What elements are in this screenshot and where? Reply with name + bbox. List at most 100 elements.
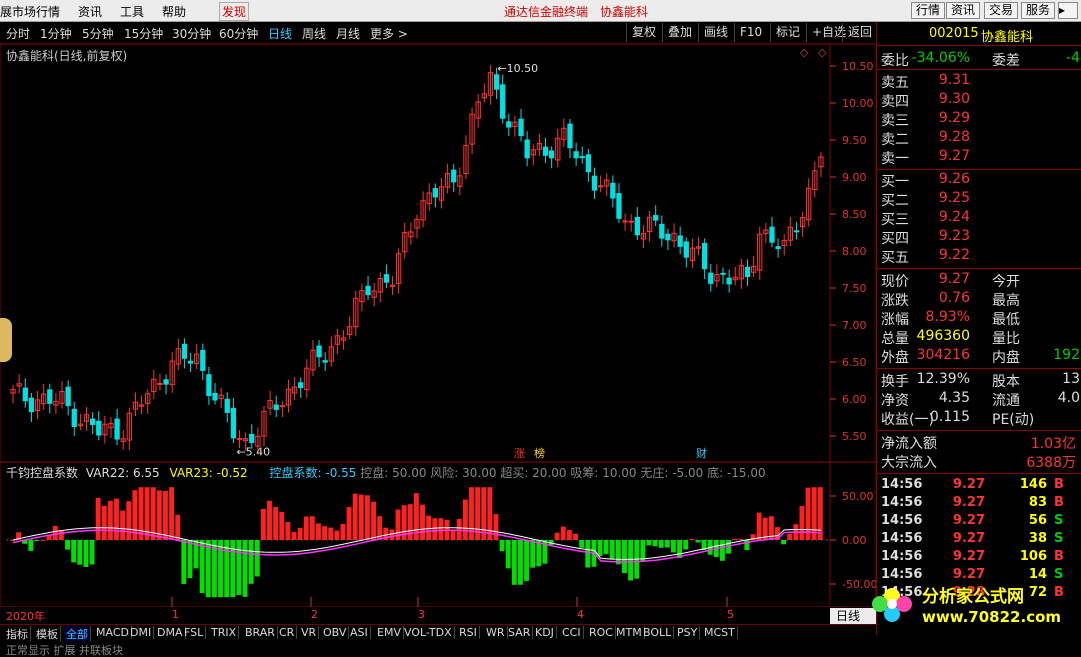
ask-row[interactable]: 卖五 9.31: [877, 72, 1081, 91]
bid-row[interactable]: 买五 9.22: [877, 247, 1081, 266]
stock-name[interactable]: 协鑫能科: [981, 26, 1033, 45]
indicator-bar: [603, 540, 609, 555]
ask-row[interactable]: 卖三 9.29: [877, 110, 1081, 129]
btn-mark[interactable]: 标记: [770, 23, 805, 42]
menu-news[interactable]: 资讯: [78, 3, 102, 20]
candle-body: [47, 389, 53, 404]
indicator-kp: 控盘系数: -0.55: [269, 466, 357, 480]
indicator-bar: [615, 540, 621, 565]
btn-quotes[interactable]: 行情: [911, 2, 946, 19]
indicator-tab[interactable]: 指标: [4, 626, 31, 642]
event-marker: 财: [696, 446, 707, 460]
indicator-bar: [138, 487, 144, 540]
ask-row[interactable]: 卖二 9.28: [877, 129, 1081, 148]
candle-body: [236, 437, 243, 440]
menu-discover[interactable]: 发现: [219, 2, 250, 21]
period-more[interactable]: 更多 >: [370, 25, 408, 42]
menu-market[interactable]: 展市场行情: [0, 3, 60, 20]
indicator-tab[interactable]: SAR: [506, 626, 534, 639]
period-5min[interactable]: 5分钟: [82, 25, 114, 42]
indicator-tab[interactable]: KDJ: [533, 626, 557, 639]
indicator-tab[interactable]: BRAR: [243, 626, 278, 639]
indicator-bar: [622, 540, 627, 574]
bid-row[interactable]: 买三 9.24: [877, 209, 1081, 228]
indicator-name[interactable]: 千钧控盘系数: [6, 466, 78, 480]
indicator-bar: [328, 527, 334, 540]
candle-body: [524, 139, 530, 159]
indicator-tab[interactable]: WR: [484, 626, 508, 639]
price-tick-label: 6.00: [842, 393, 867, 406]
indicator-tab[interactable]: FSL: [182, 626, 207, 639]
left-collapse-handle[interactable]: [0, 318, 12, 362]
candle-body: [518, 118, 524, 137]
indicator-tab[interactable]: MCST: [702, 626, 738, 639]
indicator-bar: [303, 516, 309, 540]
indicator-bar: [677, 540, 683, 559]
indicator-bar: [120, 510, 126, 540]
btn-service[interactable]: 服务: [1021, 2, 1056, 19]
menu-tools[interactable]: 工具: [120, 3, 144, 20]
indicator-tab[interactable]: DMA: [155, 626, 186, 639]
candle-body: [591, 175, 598, 191]
btn-trade[interactable]: 交易: [984, 2, 1019, 19]
period-timeshare[interactable]: 分时: [6, 25, 30, 42]
stat-label: 涨跌: [881, 293, 909, 309]
current-stock-title: 协鑫能科: [600, 5, 649, 19]
indicator-tab[interactable]: 全部: [64, 626, 91, 642]
indicator-tab[interactable]: ROC: [587, 626, 616, 639]
period-daily[interactable]: 日线: [268, 25, 292, 42]
btn-draw[interactable]: 画线: [698, 23, 733, 42]
stat-label: 现价: [881, 274, 909, 290]
period-weekly[interactable]: 周线: [302, 25, 326, 42]
period-60min[interactable]: 60分钟: [219, 25, 258, 42]
btn-info[interactable]: 资讯: [946, 2, 981, 19]
indicator-bar: [199, 540, 205, 594]
btn-overlay[interactable]: 叠加: [662, 23, 697, 42]
ask-row[interactable]: 卖四 9.30: [877, 91, 1081, 110]
indicator-tab[interactable]: CR: [277, 626, 298, 639]
tick-volume: 56: [1028, 513, 1047, 528]
period-monthly[interactable]: 月线: [336, 25, 360, 42]
menu-help[interactable]: 帮助: [162, 3, 186, 20]
candle-body: [365, 285, 371, 296]
price-tick-label: 10.00: [842, 97, 874, 110]
period-30min[interactable]: 30分钟: [172, 25, 211, 42]
indicator-bar: [114, 498, 119, 540]
kline-chart[interactable]: ◇ ◇ 10.50 10.00 9.50 9.00 8.50 8.00 7.50 7.00 6.50…: [0, 44, 876, 607]
indicator-tab[interactable]: 模板: [34, 626, 61, 642]
indicator-tab[interactable]: CCI: [560, 626, 584, 639]
indicator-tab[interactable]: VR: [299, 626, 320, 639]
indicator-tab[interactable]: PSY: [675, 626, 701, 639]
period-15min[interactable]: 15分钟: [124, 25, 163, 42]
candle-body: [579, 156, 585, 159]
stat-value: 12.39%: [916, 371, 970, 387]
candle-body: [230, 407, 237, 439]
x-label: 3: [418, 608, 425, 621]
ask-label: 卖二: [881, 132, 909, 148]
indicator-tab[interactable]: BOLL: [641, 626, 675, 639]
indicator-tab[interactable]: RSI: [457, 626, 480, 639]
btn-fuquan[interactable]: 复权: [626, 23, 661, 42]
indicator-tab[interactable]: DMI: [128, 626, 155, 639]
indicator-tab[interactable]: TRIX: [209, 626, 240, 639]
menu-more-icon[interactable]: ▸: [1058, 2, 1078, 19]
stat-value: 304216: [916, 347, 970, 363]
weibi-label: 委比: [881, 53, 909, 69]
app-title: 通达信金融终端: [504, 5, 589, 19]
indicator-tab[interactable]: MACD: [94, 626, 132, 639]
indicator-tab[interactable]: EMV: [375, 626, 404, 639]
btn-back[interactable]: 返回: [842, 23, 877, 42]
indicator-tab[interactable]: VOL-TDX: [402, 626, 455, 639]
bid-row[interactable]: 买一 9.26: [877, 171, 1081, 190]
period-1min[interactable]: 1分钟: [40, 25, 72, 42]
weicha-value: -4: [1066, 50, 1080, 66]
flow-row: 净流入额 1.03亿: [877, 433, 1081, 452]
ask-row[interactable]: 卖一 9.27: [877, 148, 1081, 167]
bid-row[interactable]: 买四 9.23: [877, 228, 1081, 247]
indicator-tab[interactable]: OBV: [321, 626, 350, 639]
indicator-tab[interactable]: ASI: [348, 626, 371, 639]
btn-f10[interactable]: F10: [734, 23, 767, 42]
bid-row[interactable]: 买二 9.25: [877, 190, 1081, 209]
indicator-bar: [364, 495, 370, 540]
stock-code[interactable]: 002015: [929, 26, 979, 41]
